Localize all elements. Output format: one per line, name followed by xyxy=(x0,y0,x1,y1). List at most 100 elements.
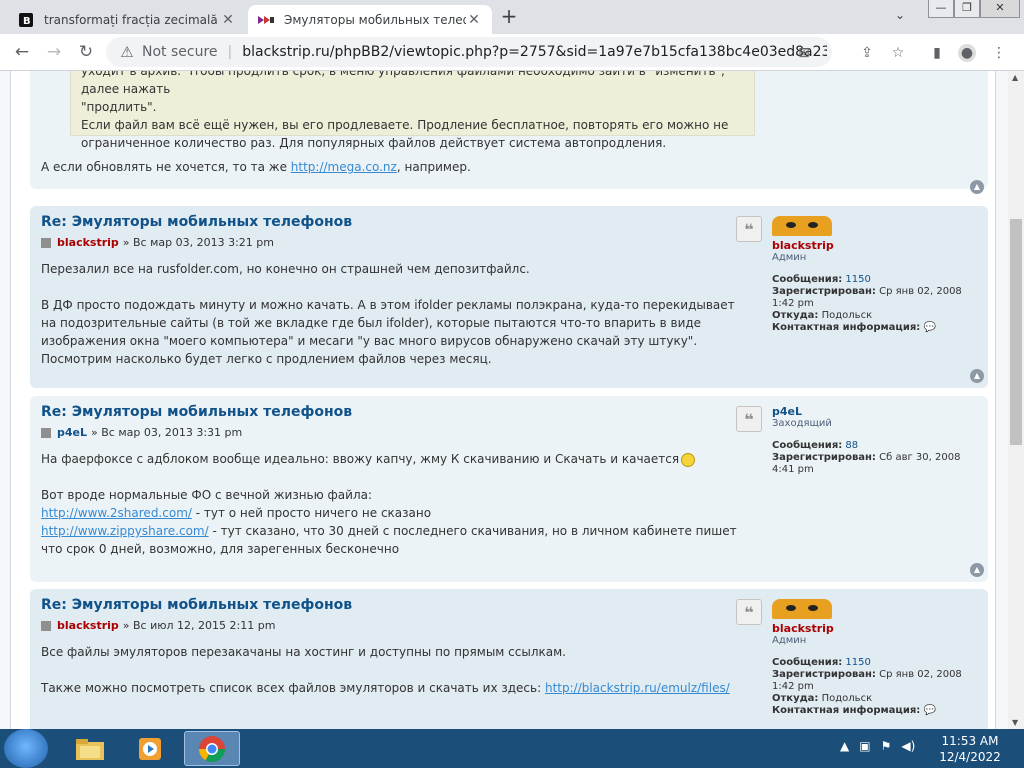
back-to-top-icon[interactable]: ▲ xyxy=(970,180,984,194)
security-label[interactable]: Not secure xyxy=(142,44,218,60)
posts-value[interactable]: 1150 xyxy=(845,274,870,285)
profile-username[interactable]: blackstrip xyxy=(772,623,972,635)
close-window-button[interactable]: ✕ xyxy=(980,0,1020,18)
post-icon[interactable] xyxy=(41,620,51,631)
post-paragraph: Все файлы эмуляторов перезакачаны на хос… xyxy=(41,645,566,659)
quote-button[interactable]: ❝ xyxy=(736,216,762,242)
profile-rank: Админ xyxy=(772,252,807,263)
tab-title: transformați fracția zecimală 1,2 xyxy=(44,12,220,27)
bookmark-star-icon[interactable]: ☆ xyxy=(889,44,907,62)
forum-wrap: уходит в архив. Чтобы продлить срок, в м… xyxy=(10,71,996,729)
translate-icon[interactable]: ⊞ xyxy=(795,44,813,62)
post-title[interactable]: Re: Эмуляторы мобильных телефонов xyxy=(41,214,352,230)
forward-icon[interactable]: → xyxy=(44,42,64,62)
quote-button[interactable]: ❝ xyxy=(736,406,762,432)
network-icon[interactable]: ▣ xyxy=(859,739,870,753)
reload-icon[interactable]: ↻ xyxy=(76,42,96,62)
post-author[interactable]: p4eL xyxy=(57,426,87,439)
profile-contact: Контактная информация: 💬 xyxy=(772,705,972,717)
from-value: Подольск xyxy=(821,693,873,704)
system-tray: ▲ ▣ ⚑ ◀) xyxy=(840,739,915,753)
post-author[interactable]: blackstrip xyxy=(57,619,119,632)
tray-expand-icon[interactable]: ▲ xyxy=(840,739,849,753)
reg-label: Зарегистрирован: xyxy=(772,286,876,297)
post-text: Также можно посмотреть список всех файло… xyxy=(41,681,545,695)
separator: | xyxy=(227,44,233,60)
start-button[interactable] xyxy=(4,729,48,768)
share-icon[interactable]: ⇪ xyxy=(858,44,876,62)
scroll-down-icon[interactable]: ▼ xyxy=(1012,718,1018,727)
post-line-link2: http://www.zippyshare.com/ - тут сказано… xyxy=(41,522,751,558)
emulz-files-link[interactable]: http://blackstrip.ru/emulz/files/ xyxy=(545,681,730,695)
quote-button[interactable]: ❝ xyxy=(736,599,762,625)
profile-rank: Админ xyxy=(772,635,807,646)
speech-bubble-icon[interactable]: 💬 xyxy=(923,322,935,333)
profile-posts: Сообщения: 88 xyxy=(772,440,972,452)
brainly-favicon-icon: B xyxy=(18,12,34,28)
action-center-icon[interactable]: ⚑ xyxy=(881,739,892,753)
2shared-link[interactable]: http://www.2shared.com/ xyxy=(41,506,192,520)
warning-icon[interactable]: ⚠ xyxy=(118,43,136,61)
profile-username[interactable]: blackstrip xyxy=(772,240,972,252)
tab-close-icon[interactable]: ✕ xyxy=(220,12,236,28)
mega-link[interactable]: http://mega.co.nz xyxy=(291,160,397,174)
restore-button[interactable]: ❐ xyxy=(954,0,980,18)
post-paragraph: На фаерфоксе с адблоком вообще идеально:… xyxy=(41,450,751,468)
address-bar[interactable]: ⚠ Not secure | blackstrip.ru/phpBB2/view… xyxy=(106,37,832,67)
profile-username[interactable]: p4eL xyxy=(772,406,972,418)
note-line: ограниченное количество раз. Для популяр… xyxy=(81,136,667,150)
page-scrollbar[interactable]: ▲ ▼ xyxy=(1008,71,1024,729)
post-meta: blackstrip » Вс мар 03, 2013 3:21 pm xyxy=(41,236,274,249)
post-line: Вот вроде нормальные ФО с вечной жизнью … xyxy=(41,488,373,502)
back-to-top-icon[interactable]: ▲ xyxy=(970,369,984,383)
clock-date: 12/4/2022 xyxy=(939,750,1001,764)
post-body: Все файлы эмуляторов перезакачаны на хос… xyxy=(41,643,751,697)
note-line: "продлить". xyxy=(81,100,157,114)
contact-label: Контактная информация: xyxy=(772,705,921,716)
back-to-top-icon[interactable]: ▲ xyxy=(970,563,984,577)
profile-avatar-icon[interactable]: ● xyxy=(958,44,976,62)
post-title[interactable]: Re: Эмуляторы мобильных телефонов xyxy=(41,404,352,420)
side-panel-icon[interactable]: ▮ xyxy=(928,44,946,62)
posts-value[interactable]: 88 xyxy=(845,440,858,451)
text-after-link: , например. xyxy=(396,160,471,174)
meta-sep: » xyxy=(122,236,134,249)
tab-emulators[interactable]: Эмуляторы мобильных телефон ✕ xyxy=(248,5,492,34)
volume-icon[interactable]: ◀) xyxy=(901,739,915,753)
media-player-icon[interactable] xyxy=(122,731,178,766)
post-profile: blackstrip Админ Сообщения: 1150 Зарегис… xyxy=(772,216,972,334)
url-text[interactable]: blackstrip.ru/phpBB2/viewtopic.php?p=275… xyxy=(242,44,827,60)
tab-search-icon[interactable]: ⌄ xyxy=(895,8,905,22)
post-text: А если обновлять не хочется, то та же ht… xyxy=(41,160,471,174)
scrollbar-thumb[interactable] xyxy=(1010,219,1022,445)
minimize-button[interactable]: — xyxy=(928,0,954,18)
post-profile: p4eL Заходящий Сообщения: 88 Зарегистрир… xyxy=(772,406,972,476)
speech-bubble-icon[interactable]: 💬 xyxy=(923,705,935,716)
tab-close-icon[interactable]: ✕ xyxy=(466,12,482,28)
tab-transformati[interactable]: B transformați fracția zecimală 1,2 ✕ xyxy=(8,5,246,34)
post-meta: blackstrip » Вс июл 12, 2015 2:11 pm xyxy=(41,619,275,632)
file-explorer-icon[interactable] xyxy=(62,731,118,766)
posts-value[interactable]: 1150 xyxy=(845,657,870,668)
svg-text:B: B xyxy=(23,16,31,27)
avatar[interactable] xyxy=(772,599,832,619)
post-author[interactable]: blackstrip xyxy=(57,236,119,249)
menu-icon[interactable]: ⋮ xyxy=(990,44,1008,62)
post-icon[interactable] xyxy=(41,237,51,248)
zippyshare-link[interactable]: http://www.zippyshare.com/ xyxy=(41,524,209,538)
from-value: Подольск xyxy=(821,310,873,321)
scroll-up-icon[interactable]: ▲ xyxy=(1012,73,1018,82)
profile-location: Откуда: Подольск xyxy=(772,310,972,322)
post-3: Re: Эмуляторы мобильных телефонов blacks… xyxy=(30,589,988,729)
post-title[interactable]: Re: Эмуляторы мобильных телефонов xyxy=(41,597,352,613)
post-icon[interactable] xyxy=(41,427,51,438)
chrome-taskbar-icon[interactable] xyxy=(184,731,240,766)
avatar[interactable] xyxy=(772,216,832,236)
back-icon[interactable]: ← xyxy=(12,42,32,62)
profile-registered: Зарегистрирован: Ср янв 02, 2008 1:42 pm xyxy=(772,669,972,693)
contact-label: Контактная информация: xyxy=(772,322,921,333)
new-tab-button[interactable]: + xyxy=(497,5,521,29)
clock[interactable]: 11:53 AM 12/4/2022 xyxy=(930,733,1010,765)
meta-sep: » xyxy=(91,426,102,439)
reg-label: Зарегистрирован: xyxy=(772,452,876,463)
